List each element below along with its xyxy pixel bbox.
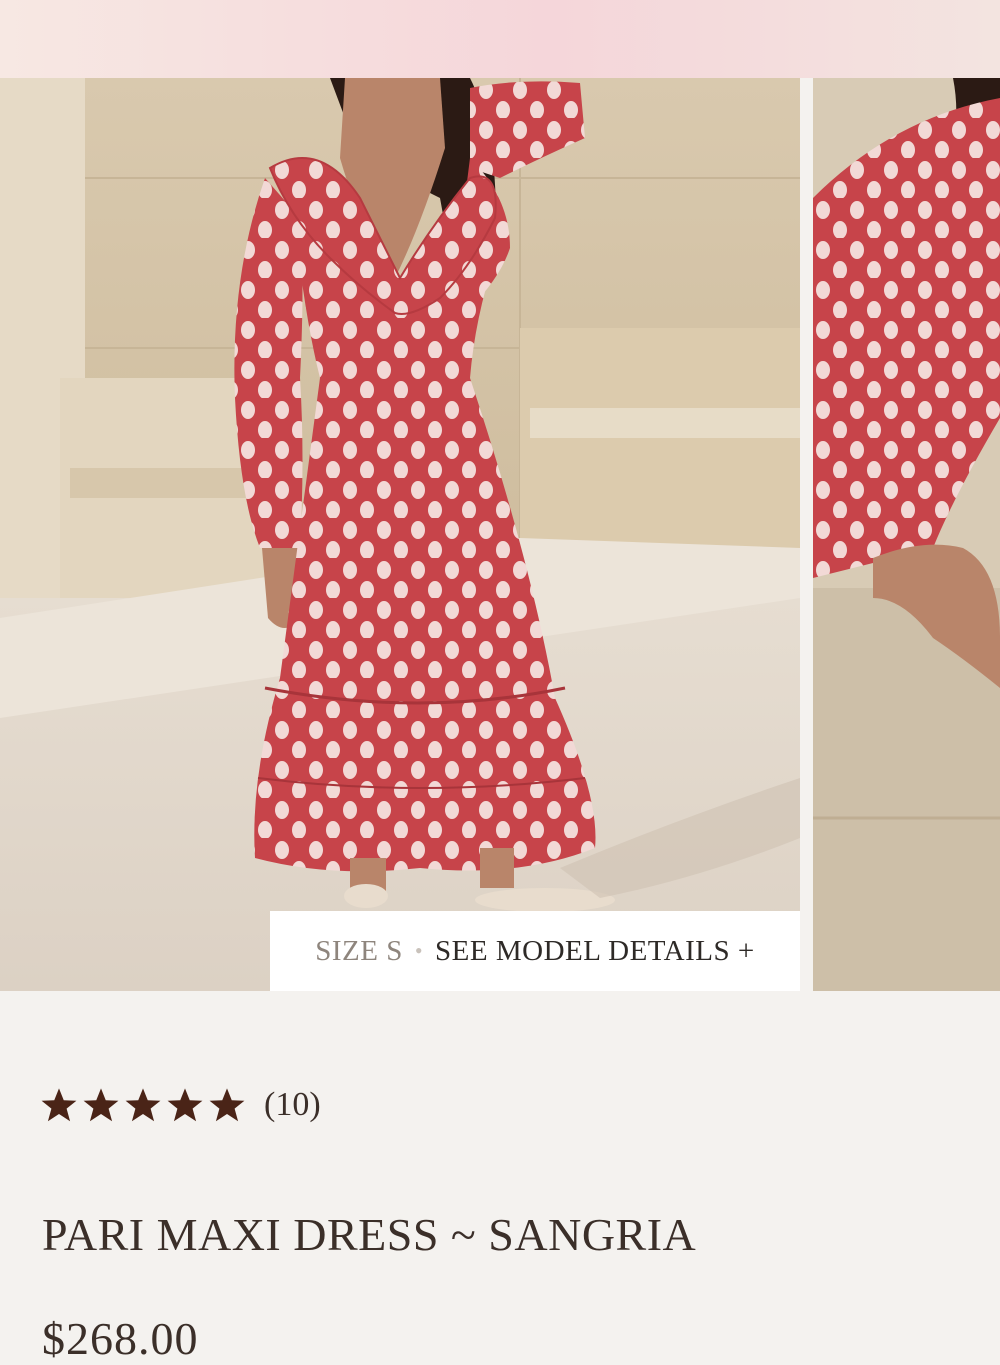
star-icon bbox=[124, 1086, 162, 1124]
product-price: $268.00 bbox=[42, 1313, 199, 1364]
separator-dot: • bbox=[414, 938, 424, 963]
star-icon bbox=[208, 1086, 246, 1124]
star-icon bbox=[166, 1086, 204, 1124]
star-icon bbox=[82, 1086, 120, 1124]
product-photo-main[interactable]: SIZE S • SEE MODEL DETAILS + bbox=[0, 78, 800, 991]
star-icon bbox=[40, 1086, 78, 1124]
promo-banner bbox=[0, 0, 1000, 78]
model-size-label: SIZE S bbox=[315, 934, 403, 967]
model-details-pill[interactable]: SIZE S • SEE MODEL DETAILS + bbox=[270, 911, 800, 991]
product-rating[interactable]: (10) bbox=[40, 1083, 321, 1127]
product-photo-next[interactable] bbox=[813, 78, 1000, 991]
product-image-gallery[interactable]: SIZE S • SEE MODEL DETAILS + bbox=[0, 78, 1000, 991]
review-count-link[interactable]: (10) bbox=[264, 1086, 321, 1124]
gallery-divider bbox=[800, 78, 813, 991]
product-title: PARI MAXI DRESS ~ SANGRIA bbox=[42, 1209, 697, 1260]
see-model-details-link[interactable]: SEE MODEL DETAILS + bbox=[435, 935, 755, 968]
